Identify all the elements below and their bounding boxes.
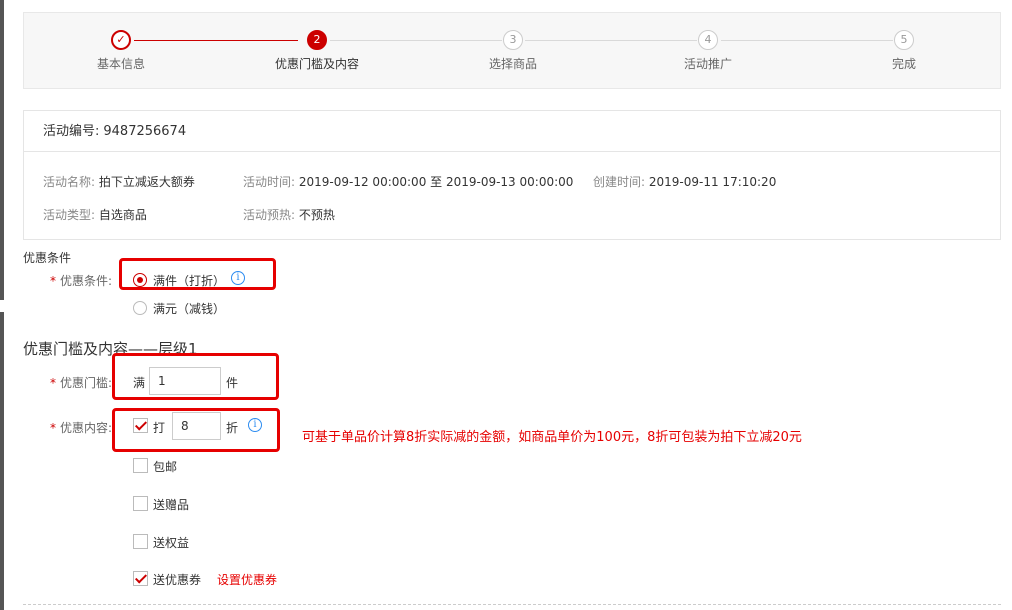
activity-info-panel: 活动编号: 9487256674 活动名称: 拍下立减返大额券 活动时间: 201… — [23, 110, 1001, 240]
required-mark: * — [50, 421, 56, 435]
condition-label: * 优惠条件: — [50, 274, 113, 288]
step-threshold-content: 2 优惠门槛及内容 — [267, 30, 367, 72]
step-number: 4 — [698, 30, 718, 50]
activity-created-time: 创建时间: 2019-09-11 17:10:20 — [593, 175, 777, 189]
step-number: 5 — [894, 30, 914, 50]
section-divider — [23, 604, 1001, 605]
step-label: 基本信息 — [96, 57, 145, 71]
annotation-box-content — [112, 408, 280, 452]
step-label: 选择商品 — [488, 57, 537, 71]
activity-time: 活动时间: 2019-09-12 00:00:00 至 2019-09-13 0… — [243, 175, 574, 189]
activity-id-value: 9487256674 — [103, 124, 187, 139]
activity-preheat: 活动预热: 不预热 — [243, 208, 335, 222]
step-select-products: 3 选择商品 — [463, 30, 563, 72]
annotation-note: 可基于单品价计算8折实际减的金额，如商品单价为100元，8折可包装为拍下立减20… — [302, 430, 802, 445]
threshold-label: * 优惠门槛: — [50, 376, 113, 390]
left-edge-gap — [0, 300, 4, 312]
radio-by-amount[interactable] — [133, 301, 147, 315]
step-label: 活动推广 — [683, 57, 732, 71]
required-mark: * — [50, 376, 56, 390]
annotation-box-threshold — [112, 353, 279, 400]
activity-type: 活动类型: 自选商品 — [43, 208, 147, 222]
coupon-checkbox[interactable] — [133, 571, 148, 586]
rights-checkbox[interactable] — [133, 534, 148, 549]
activity-id-label: 活动编号: — [43, 124, 100, 139]
radio-by-amount-label[interactable]: 满元（减钱） — [153, 300, 225, 317]
gift-label: 送赠品 — [153, 498, 190, 512]
step-label: 完成 — [891, 57, 916, 71]
step-label: 优惠门槛及内容 — [274, 57, 359, 71]
set-coupon-link[interactable]: 设置优惠券 — [217, 571, 277, 588]
rights-label: 送权益 — [153, 536, 190, 550]
step-promotion: 4 活动推广 — [658, 30, 758, 72]
annotation-box-condition — [119, 258, 276, 290]
required-mark: * — [50, 274, 56, 288]
progress-steps: ✓ 基本信息 2 优惠门槛及内容 3 选择商品 4 活动推广 5 完成 — [23, 12, 1001, 89]
condition-section-title: 优惠条件 — [23, 251, 72, 265]
free-shipping-checkbox[interactable] — [133, 458, 148, 473]
activity-name: 活动名称: 拍下立减返大额券 — [43, 175, 195, 189]
step-finish: 5 完成 — [854, 30, 954, 72]
step-basic-info: ✓ 基本信息 — [71, 30, 171, 72]
activity-id-row: 活动编号: 9487256674 — [24, 111, 1000, 152]
gift-checkbox[interactable] — [133, 496, 148, 511]
check-icon: ✓ — [111, 30, 131, 50]
content-label: * 优惠内容: — [50, 421, 113, 435]
step-number: 2 — [307, 30, 327, 50]
free-shipping-label: 包邮 — [153, 460, 178, 474]
step-number: 3 — [503, 30, 523, 50]
coupon-label: 送优惠券 — [153, 573, 202, 587]
